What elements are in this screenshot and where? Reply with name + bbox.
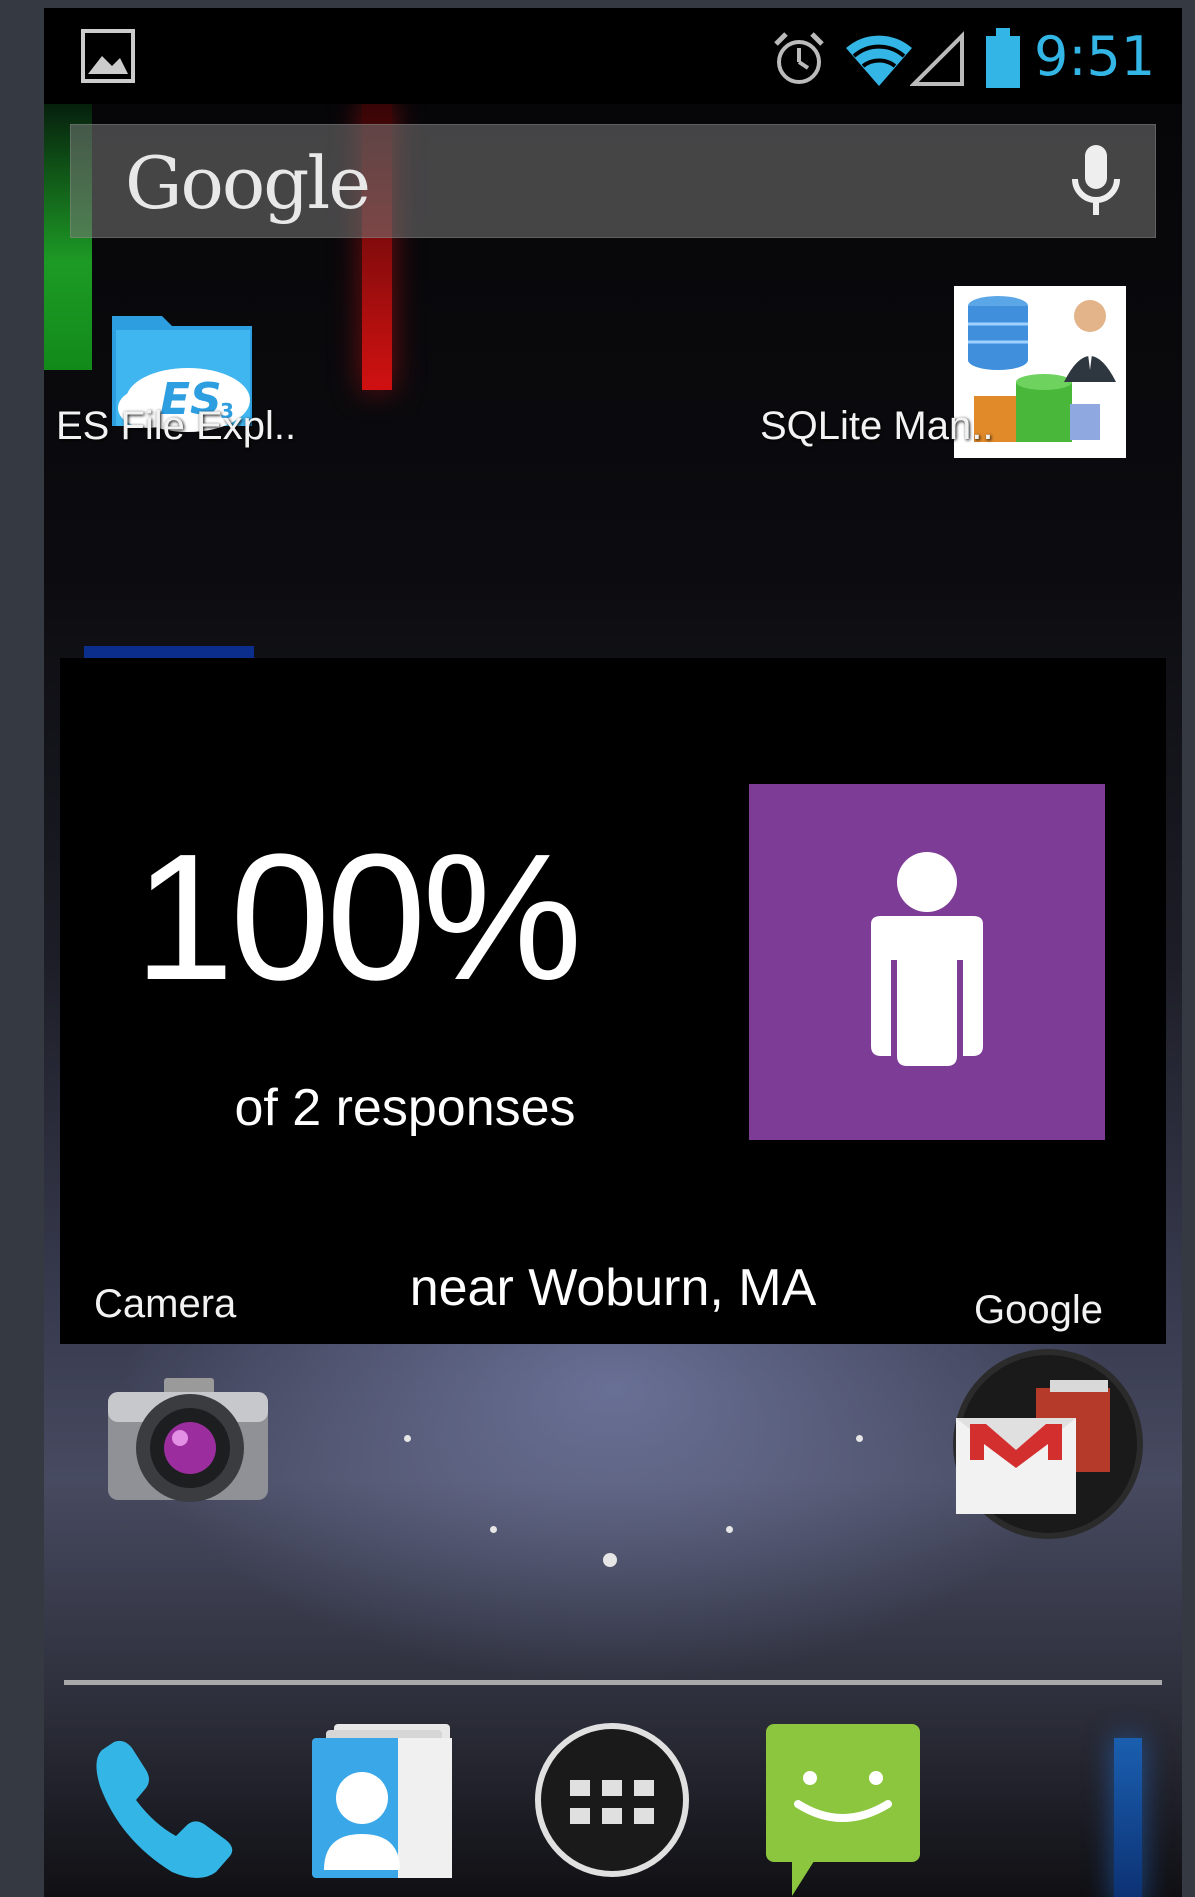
app-label-sqlite-manager[interactable]: SQLite Man.. — [760, 404, 993, 449]
page-dot — [404, 1435, 411, 1442]
device-frame-right — [1182, 0, 1195, 1897]
gmail-icon[interactable] — [940, 1348, 1146, 1544]
page-dot — [856, 1435, 863, 1442]
app-label-google[interactable]: Google — [974, 1288, 1103, 1333]
widget-percent: 100% — [134, 817, 582, 1018]
signal-icon — [910, 31, 964, 86]
status-bar[interactable]: 9:51 — [44, 8, 1182, 104]
battery-icon — [986, 28, 1020, 88]
survey-widget[interactable]: 100% of 2 responses near Woburn, MA — [60, 658, 1166, 1344]
mic-icon[interactable] — [1061, 143, 1131, 223]
contacts-icon[interactable] — [308, 1720, 458, 1880]
device-frame-left — [0, 0, 44, 1897]
app-drawer-icon[interactable] — [532, 1720, 692, 1880]
device-frame-top — [0, 0, 1195, 8]
app-label-camera[interactable]: Camera — [94, 1282, 236, 1327]
wallpaper-streak-blue — [1114, 1738, 1142, 1897]
camera-icon[interactable] — [104, 1368, 272, 1518]
wifi-icon — [846, 35, 912, 86]
messaging-icon[interactable] — [762, 1720, 924, 1897]
phone-icon[interactable] — [80, 1720, 248, 1888]
google-logo: Google — [125, 141, 371, 225]
alarm-icon — [774, 32, 824, 84]
status-clock: 9:51 — [1034, 25, 1156, 88]
page-dot — [726, 1526, 733, 1533]
dock-divider — [64, 1680, 1162, 1685]
widget-responses: of 2 responses — [234, 1079, 576, 1137]
gallery-icon — [81, 29, 135, 83]
person-tile — [749, 784, 1105, 1140]
page-dot — [490, 1526, 497, 1533]
home-screen: 9:51 Google ES 3 ES File Expl.. SQLite M… — [44, 8, 1182, 1897]
app-label-es-file-explorer[interactable]: ES File Expl.. — [56, 404, 296, 449]
page-dot-current — [603, 1553, 617, 1567]
google-search-bar[interactable]: Google — [70, 124, 1156, 238]
person-icon — [871, 852, 983, 1066]
